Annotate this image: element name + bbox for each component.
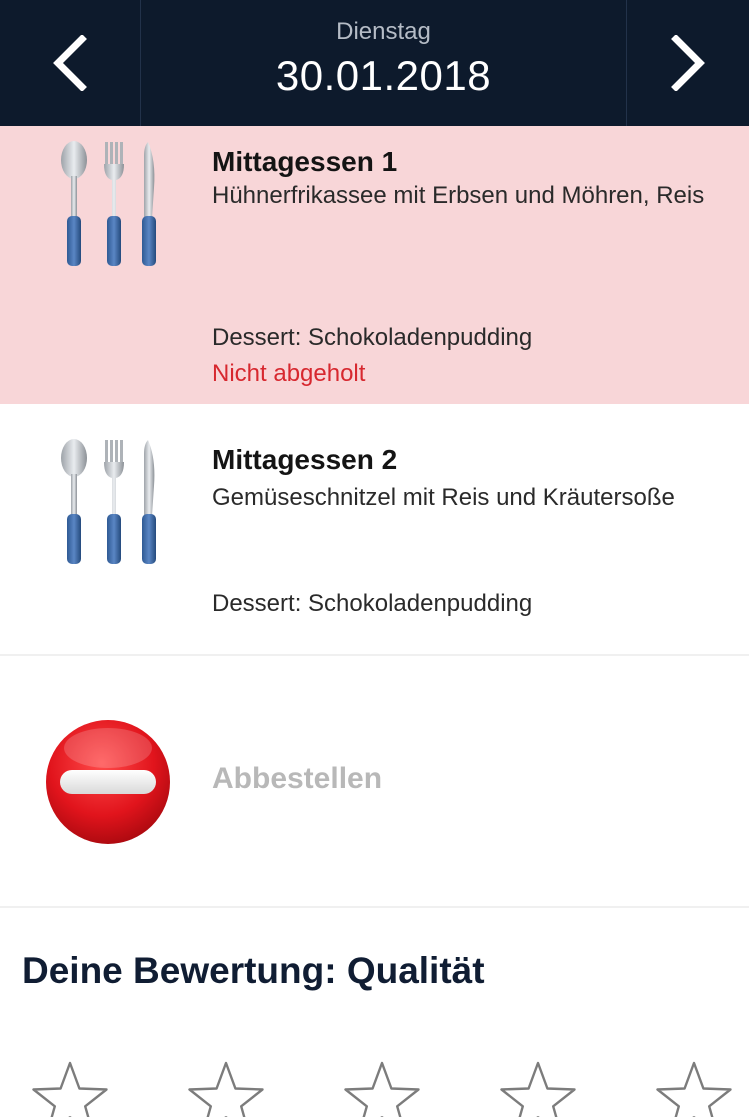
next-day-button[interactable] <box>626 0 749 126</box>
date-header: Dienstag 30.01.2018 <box>0 0 749 126</box>
weekday-label: Dienstag <box>336 18 431 45</box>
meal-title: Mittagessen 1 <box>212 146 398 177</box>
star-outline-icon[interactable] <box>654 1060 734 1117</box>
cancel-label: Abbestellen <box>212 762 383 795</box>
meal-dessert: Dessert: Schokoladenpudding <box>212 324 533 351</box>
meal-item-2[interactable]: Mittagessen 2 Gemüseschnitzel mit Reis u… <box>0 404 749 656</box>
meal-description: Hühnerfrikassee mit Erbsen und Möhren, R… <box>212 182 705 209</box>
meal-item-1[interactable]: Mittagessen 1 Hühnerfrikassee mit Erbsen… <box>0 126 749 404</box>
star-outline-icon[interactable] <box>30 1060 110 1117</box>
star-outline-icon[interactable] <box>342 1060 422 1117</box>
star-outline-icon[interactable] <box>498 1060 578 1117</box>
date-display: Dienstag 30.01.2018 <box>140 0 627 126</box>
cutlery-icon <box>61 141 156 266</box>
star-outline-icon[interactable] <box>186 1060 266 1117</box>
meal-status: Nicht abgeholt <box>212 360 366 387</box>
no-entry-icon <box>46 720 170 844</box>
rating-stars <box>0 1060 749 1117</box>
date-label: 30.01.2018 <box>275 52 492 99</box>
meal-dessert: Dessert: Schokoladenpudding <box>212 590 533 617</box>
cancel-order-button[interactable]: Abbestellen <box>0 656 749 908</box>
meal-description: Gemüseschnitzel mit Reis und Kräutersoße <box>212 484 675 511</box>
cutlery-icon <box>61 439 156 564</box>
chevron-left-icon <box>53 35 87 91</box>
meal-title: Mittagessen 2 <box>212 444 398 475</box>
previous-day-button[interactable] <box>0 0 141 126</box>
rating-title: Deine Bewertung: Qualität <box>22 950 485 991</box>
chevron-right-icon <box>671 35 705 91</box>
